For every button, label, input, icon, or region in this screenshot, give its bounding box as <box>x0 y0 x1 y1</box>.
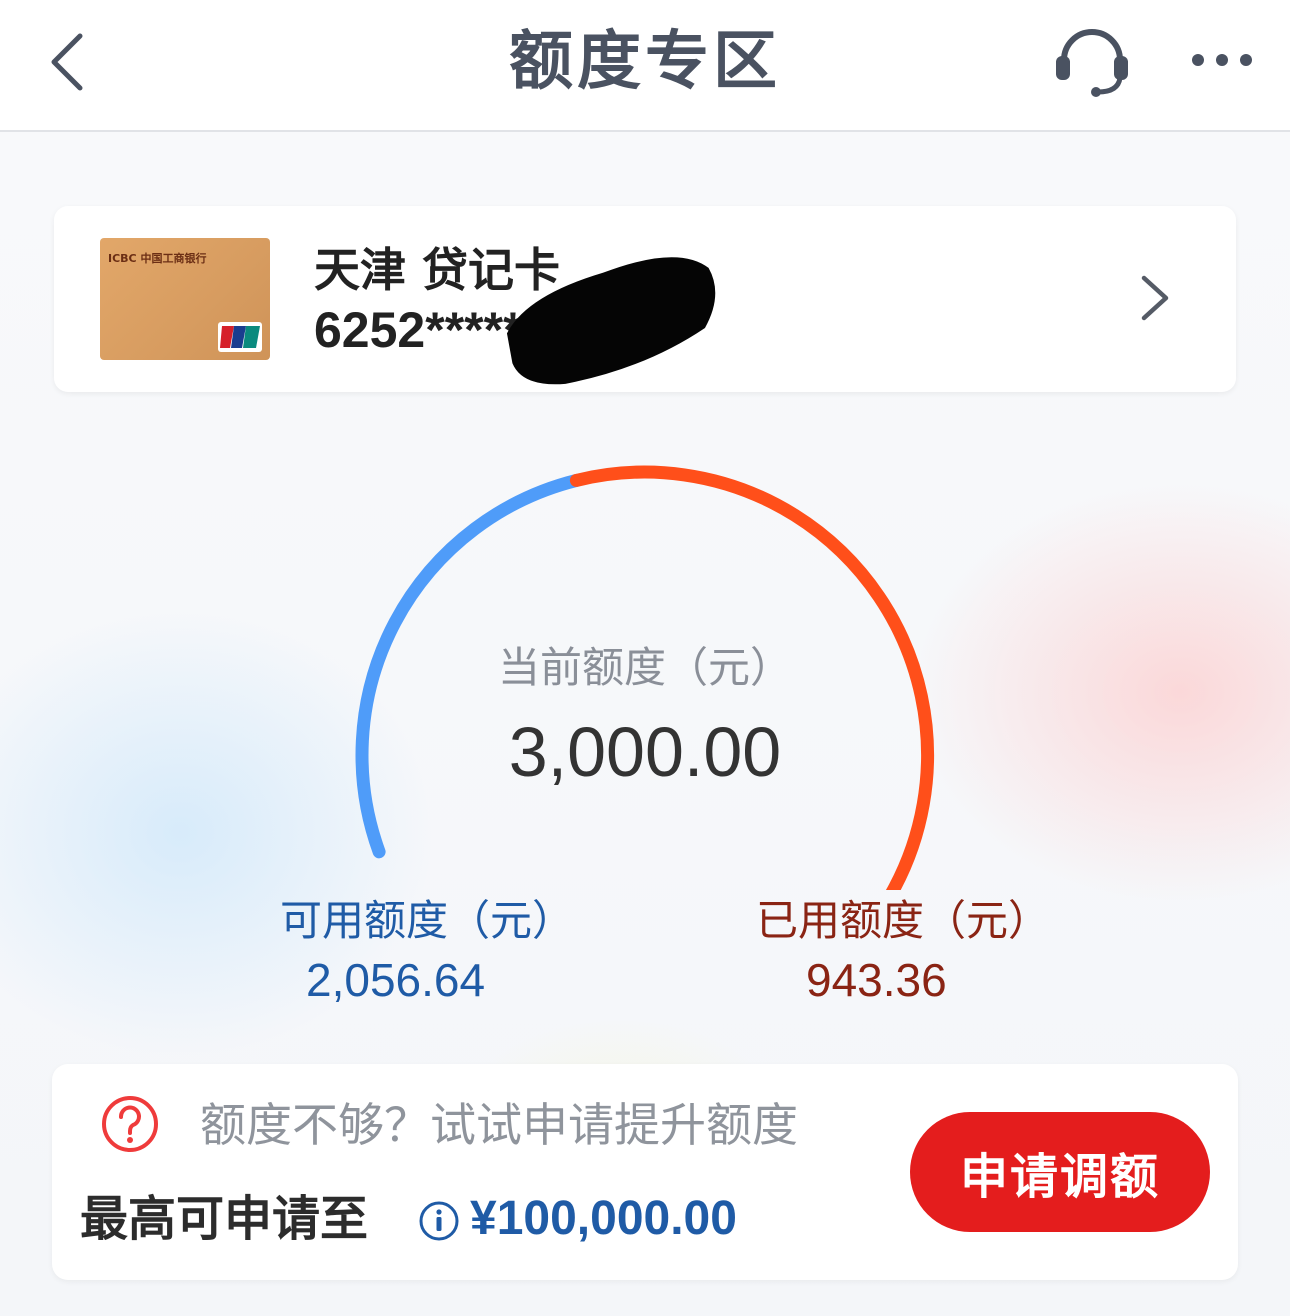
info-icon[interactable] <box>418 1200 460 1242</box>
max-limit-value: ¥100,000.00 <box>470 1192 737 1245</box>
customer-service-button[interactable] <box>1050 22 1134 102</box>
used-limit-value: 943.36 <box>806 954 947 1006</box>
current-limit-label: 当前额度（元） <box>497 643 792 692</box>
unionpay-logo-icon <box>218 322 262 352</box>
headset-icon <box>1056 29 1128 97</box>
max-limit-label: 最高可申请至 <box>80 1191 369 1247</box>
card-bank-text: ICBC 中国工商银行 <box>108 252 207 265</box>
apply-adjust-button[interactable]: 申请调额 <box>910 1112 1210 1232</box>
chevron-right-icon <box>1141 275 1169 321</box>
question-circle-icon <box>102 1096 158 1152</box>
limit-increase-panel: 额度不够？试试申请提升额度 最高可申请至 ¥100,000.00 申请调额 <box>52 1064 1238 1280</box>
used-limit-label: 已用额度（元） <box>756 896 1051 945</box>
credit-card-image: ICBC 中国工商银行 <box>100 238 270 360</box>
current-limit-value: 3,000.00 <box>508 713 782 791</box>
nav-header: 额度专区 <box>0 0 1290 132</box>
more-button[interactable] <box>1184 34 1260 86</box>
available-limit-label: 可用额度（元） <box>280 896 575 945</box>
more-dots-icon <box>1192 54 1252 66</box>
available-limit-value: 2,056.64 <box>306 954 486 1006</box>
limit-hint-text: 额度不够？试试申请提升额度 <box>200 1098 798 1152</box>
